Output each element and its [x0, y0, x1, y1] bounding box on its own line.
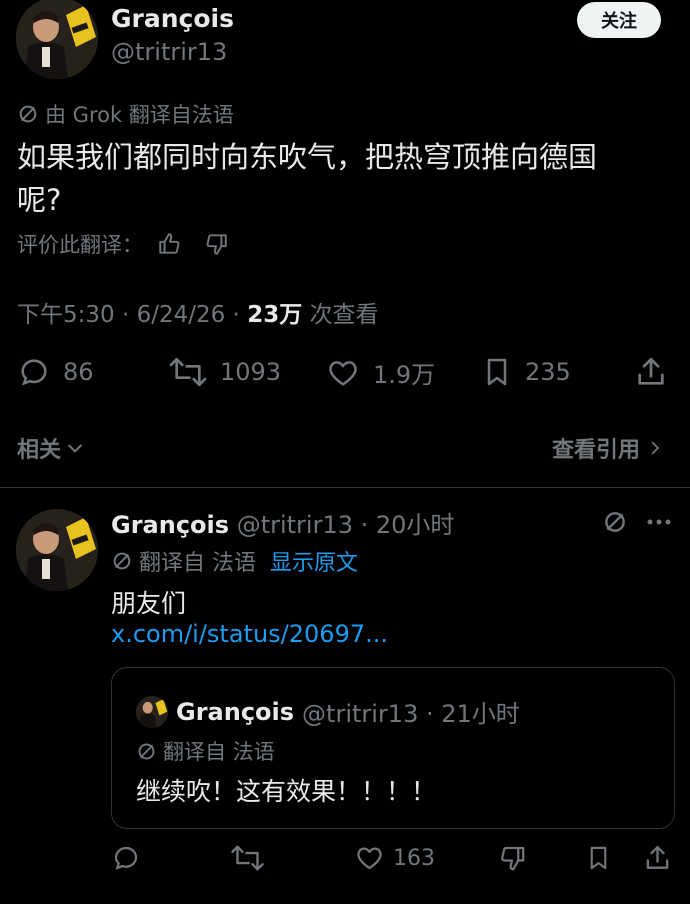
author-handle[interactable]: @tritrir13	[111, 38, 227, 66]
related-toggle[interactable]: 相关	[17, 432, 85, 464]
author-avatar[interactable]	[16, 0, 98, 79]
reply-header: Grançois @tritrir13 · 20小时	[111, 505, 454, 540]
thumbs-down-icon	[497, 843, 527, 873]
tweet-text-line: 呢?	[17, 183, 62, 217]
reply-translation-note: 翻译自 法语 显示原文	[111, 545, 358, 577]
grok-translate-icon	[111, 550, 133, 572]
follow-button[interactable]: 关注	[577, 2, 661, 38]
chevron-down-icon	[65, 438, 85, 458]
thumbs-up-icon[interactable]	[157, 231, 183, 257]
reply-count: 86	[63, 358, 94, 386]
quoted-author-name: Grançois	[176, 697, 295, 726]
grok-translate-icon	[136, 741, 157, 762]
reply-like-button[interactable]: 163	[354, 843, 435, 873]
view-quotes-label: 查看引用	[552, 438, 641, 463]
reply-translation-text: 翻译自 法语	[139, 551, 256, 576]
reply-author-name[interactable]: Grançois	[111, 511, 229, 539]
reply-bookmark-button[interactable]	[585, 843, 612, 873]
divider	[0, 487, 690, 488]
tweet-text: 如果我们都同时向东吹气，把热穹顶推向德国 呢?	[17, 136, 667, 222]
bookmark-icon	[481, 355, 513, 389]
bookmark-count: 235	[525, 358, 571, 386]
retweet-button[interactable]: 1093	[168, 355, 281, 389]
tweet-text-line: 如果我们都同时向东吹气，把热穹顶推向德国	[17, 140, 598, 174]
bookmark-button[interactable]: 235	[481, 355, 571, 389]
reply-share-button[interactable]	[643, 843, 672, 873]
thumbs-down-icon[interactable]	[203, 231, 229, 257]
reply-icon	[111, 843, 141, 873]
grok-translate-icon	[17, 103, 39, 125]
reply-dislike-button[interactable]	[497, 843, 527, 873]
show-original-link[interactable]: 显示原文	[270, 545, 358, 577]
chevron-right-icon	[646, 438, 664, 458]
share-icon	[643, 843, 672, 873]
translation-note: 由 Grok 翻译自法语	[17, 99, 234, 129]
author-name[interactable]: Grançois	[111, 4, 234, 33]
reply-grok-icon[interactable]	[602, 509, 628, 535]
reply-like-count: 163	[393, 845, 435, 871]
quoted-author-handle: @tritrir13 · 21小时	[302, 694, 520, 729]
like-icon	[325, 356, 361, 390]
reply-retweet-button[interactable]	[230, 843, 265, 873]
like-icon	[354, 843, 385, 873]
quoted-header: Grançois @tritrir13 · 21小时	[136, 694, 520, 729]
reply-author-handle[interactable]: @tritrir13	[237, 511, 353, 539]
retweet-count: 1093	[220, 358, 282, 386]
rate-translation: 评价此翻译：	[17, 229, 229, 259]
like-button[interactable]: 1.9万	[325, 355, 435, 390]
reply-icon	[17, 355, 51, 389]
reply-reply-button[interactable]	[111, 843, 141, 873]
quoted-handle-text: @tritrir13	[302, 700, 419, 728]
retweet-icon	[230, 843, 265, 873]
share-icon	[634, 355, 668, 389]
timestamp[interactable]: 下午5:30 · 6/24/26 ·	[17, 302, 247, 328]
like-count: 1.9万	[373, 361, 436, 389]
quoted-avatar	[136, 695, 168, 728]
share-button[interactable]	[634, 355, 668, 389]
views-label: 次查看	[302, 302, 379, 328]
reply-text: 朋友们	[111, 589, 187, 618]
quoted-tweet[interactable]: Grançois @tritrir13 · 21小时 翻译自 法语 继续吹！这有…	[111, 667, 675, 829]
related-label: 相关	[17, 438, 62, 463]
reply-link[interactable]: x.com/i/status/20697...	[111, 620, 388, 648]
view-quotes-link[interactable]: 查看引用	[552, 432, 664, 464]
bookmark-icon	[585, 843, 612, 873]
views-count: 23万	[247, 302, 303, 328]
translation-note-text: 由 Grok 翻译自法语	[45, 103, 234, 127]
quoted-text: 继续吹！这有效果！！！！	[136, 777, 437, 806]
tweet-meta: 下午5:30 · 6/24/26 · 23万 次查看	[17, 295, 379, 329]
rate-label: 评价此翻译：	[17, 233, 143, 257]
quoted-translation-text: 翻译自 法语	[163, 740, 275, 764]
more-icon[interactable]	[646, 516, 672, 528]
reply-avatar[interactable]	[16, 509, 98, 591]
quoted-translation-note: 翻译自 法语	[136, 736, 275, 766]
reply-time[interactable]: · 20小时	[353, 511, 455, 539]
retweet-icon	[168, 355, 208, 389]
reply-button[interactable]: 86	[17, 355, 94, 389]
quoted-time: · 21小时	[418, 700, 520, 728]
